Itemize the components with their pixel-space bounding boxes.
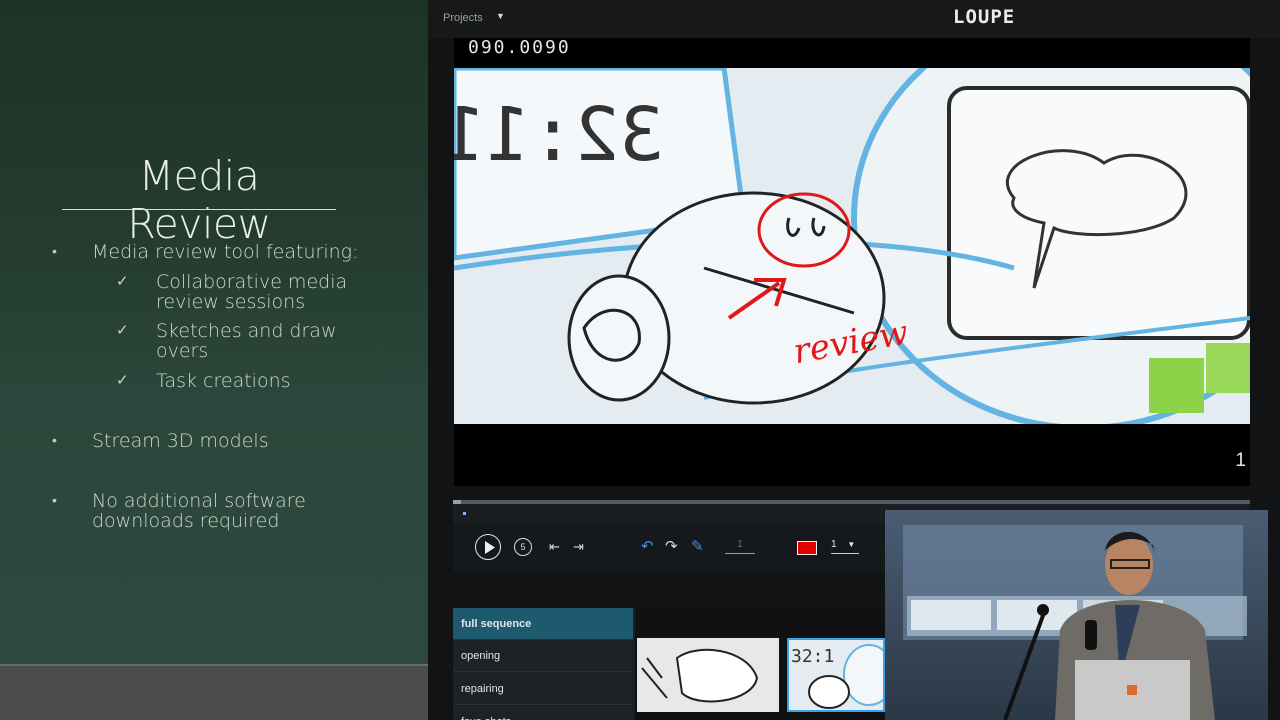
redo-icon[interactable]: ↷ [665,537,678,555]
thumbnail-sketch: 32:1 [789,640,883,710]
slide-title: Media Review [127,152,271,248]
annotation-color-swatch[interactable] [797,541,817,555]
play-icon [485,541,495,554]
presenter-video-overlay [885,510,1268,720]
replay-5-icon[interactable]: 5 [514,538,532,556]
frame-number: 1 [1235,450,1246,471]
undo-icon[interactable]: ↶ [641,537,654,555]
check-icon: ✓ [116,322,129,339]
shot-thumbnail-selected[interactable]: 32:1 [787,638,885,712]
projects-menu[interactable]: Projects [443,12,483,24]
chevron-down-icon: ▼ [847,540,856,549]
media-viewer[interactable]: 090.0090 32:11 review 1 [454,37,1250,486]
brand-logo: LOUPE [953,6,1016,28]
presentation-slide: Media Review • Media review tool featuri… [0,0,428,720]
sequence-item-full[interactable]: full sequence [453,608,633,640]
thumbnail-sketch [637,638,779,712]
bullet-dot: • [52,492,57,508]
presenter-camera-feed [885,510,1268,720]
check-icon: ✓ [116,273,129,290]
bullet-dot: • [52,243,57,259]
bullet-stream-3d: Stream 3D models [92,430,269,452]
app-header: Projects ▼ LOUPE [428,0,1280,38]
check-icon: ✓ [116,372,129,389]
sketch-clock-text: 32:11 [454,92,664,178]
slide-footer-bar [0,664,428,720]
sub-item-collaborative: Collaborative media review sessions [156,271,348,313]
pencil-icon[interactable]: ✎ [691,537,704,555]
sequence-item-opening[interactable]: opening [453,640,633,672]
svg-text:32:1: 32:1 [791,646,834,667]
sub-item-tasks: Task creations [156,370,291,392]
timecode: 090.0090 [468,37,571,58]
sequence-item-repairing[interactable]: repairing [453,673,633,705]
chevron-down-icon[interactable]: ▼ [496,11,505,21]
title-underline [62,209,336,210]
play-button[interactable] [475,534,501,560]
skip-end-icon[interactable]: ⇥ [573,539,584,555]
storyboard-frame[interactable]: 32:11 review [454,68,1250,424]
page-input[interactable]: 1 [725,539,755,554]
playhead-marker[interactable] [463,512,466,515]
skip-start-icon[interactable]: ⇤ [549,539,560,555]
bullet-no-downloads: No additional software downloads require… [92,490,306,532]
shot-thumbnail[interactable] [637,638,779,712]
bullet-media-review-tool: Media review tool featuring: [92,241,359,263]
shot-thumbnail-strip: 32:1 [635,608,885,720]
sequence-list: full sequence opening repairing fave sho… [453,608,635,720]
sub-item-sketches: Sketches and draw overs [156,320,337,362]
brush-size-value: 1 [831,539,837,550]
sequence-item-fave-shots[interactable]: fave shots [453,706,633,720]
bullet-dot: • [52,432,57,448]
playback-controls: 5 ⇤ ⇥ ↶ ↷ ✎ 1 1 ▼ [453,524,885,572]
brush-size-select[interactable]: 1 ▼ [831,539,859,554]
